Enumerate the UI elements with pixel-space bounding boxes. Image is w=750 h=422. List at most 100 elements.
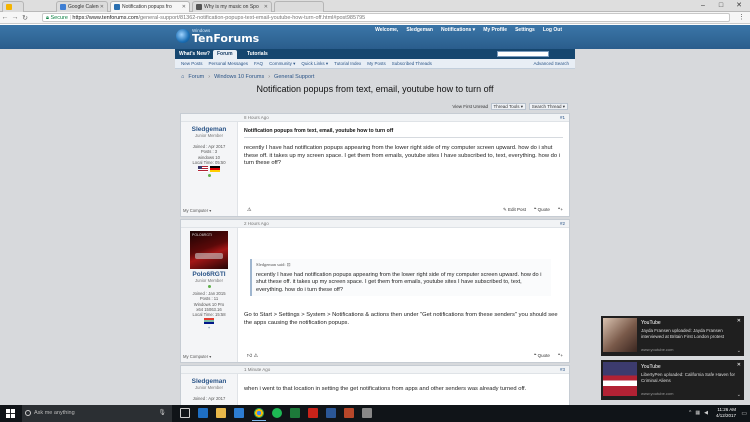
report-post-icon[interactable]: ⚠: [247, 207, 251, 213]
search-thread-button[interactable]: Search Thread ▾: [528, 103, 568, 110]
tab-blank[interactable]: [274, 1, 324, 12]
view-first-unread-link[interactable]: View First Unread: [452, 104, 488, 109]
notifications-link[interactable]: Notifications ▾: [441, 27, 475, 33]
log-out-link[interactable]: Log Out: [543, 27, 562, 33]
breadcrumb-windows10[interactable]: Windows 10 Forums: [214, 74, 264, 80]
site-search-input[interactable]: [497, 51, 549, 57]
reload-icon[interactable]: ↻: [20, 14, 30, 22]
url-path: /general-support/81362-notification-popu…: [138, 15, 366, 21]
user-rank: Junior Member: [195, 278, 223, 283]
spotify-icon[interactable]: [272, 408, 282, 418]
close-icon[interactable]: ✕: [737, 318, 741, 324]
close-icon[interactable]: ✕: [737, 362, 741, 368]
windows-start-icon[interactable]: [6, 409, 15, 418]
excel-icon[interactable]: [290, 408, 300, 418]
advanced-search-link[interactable]: Advanced Search: [533, 61, 569, 66]
action-center-icon[interactable]: ▭: [741, 410, 747, 417]
my-profile-link[interactable]: My Profile: [483, 27, 507, 33]
task-view-icon[interactable]: [180, 408, 190, 418]
word-icon[interactable]: [326, 408, 336, 418]
thread-tools-button[interactable]: Thread Tools ▾: [490, 103, 526, 110]
post-number[interactable]: #2: [560, 221, 565, 226]
quick-links-menu[interactable]: Quick Links ▾: [301, 61, 328, 67]
site-logo[interactable]: Windows TenForums: [176, 28, 259, 44]
quote-author[interactable]: Sledgeman said: ⊡: [256, 261, 547, 268]
personal-messages-link[interactable]: Personal Messages: [209, 61, 249, 66]
notification-toast[interactable]: YouTube LibertyPen uploaded: California …: [601, 360, 744, 400]
notification-message: Jayda Fransen uploaded: Jayda Fransen in…: [641, 328, 725, 339]
edge-icon[interactable]: [198, 408, 208, 418]
faq-link[interactable]: FAQ: [254, 61, 263, 66]
user-rank: Junior Member: [195, 385, 223, 390]
tab-tutorials[interactable]: Tutorials: [243, 50, 272, 59]
my-computer-link[interactable]: My Computer ▾: [183, 208, 211, 213]
post-1: 8 Hours Ago #1 Sledgeman Junior Member J…: [180, 113, 570, 217]
close-icon[interactable]: ✕: [100, 4, 104, 10]
cortana-search-input[interactable]: Ask me anything 🎙︎: [22, 405, 172, 422]
home-icon[interactable]: ⌂: [181, 74, 184, 80]
like-icon[interactable]: 👍︎ ⚠: [247, 353, 258, 359]
user-pane: Sledgeman Junior Member Joined : Apr 201…: [181, 122, 238, 216]
chevron-down-icon[interactable]: ⌄: [737, 392, 741, 398]
avatar[interactable]: POLO6RGTI: [190, 231, 228, 269]
microphone-icon[interactable]: 🎙︎: [158, 409, 166, 416]
subscribed-threads-link[interactable]: Subscribed Threads: [392, 61, 432, 66]
edit-post-button[interactable]: ✎ Edit Post: [503, 207, 526, 213]
new-posts-link[interactable]: New Posts: [181, 61, 203, 66]
plus-icon[interactable]: +: [181, 325, 237, 330]
chrome-icon[interactable]: [252, 408, 266, 421]
tab-notification-popups[interactable]: Notification popups fro ✕: [110, 1, 190, 12]
my-computer-link[interactable]: My Computer ▾: [183, 354, 211, 359]
my-posts-link[interactable]: My Posts: [367, 61, 386, 66]
tab-forum[interactable]: Forum: [213, 50, 237, 59]
forward-icon[interactable]: →: [10, 14, 20, 21]
south-africa-flag-icon: [204, 318, 214, 325]
tab-apps[interactable]: [2, 1, 24, 12]
breadcrumb-forum[interactable]: Forum: [188, 74, 204, 80]
post-username[interactable]: Polo6RGTI: [181, 271, 237, 278]
divider: [244, 137, 563, 138]
powerpoint-icon[interactable]: [344, 408, 354, 418]
file-explorer-icon[interactable]: [216, 408, 226, 418]
username-link[interactable]: Sledgeman: [406, 27, 433, 33]
window-close-icon[interactable]: ✕: [730, 0, 748, 11]
community-menu[interactable]: Community ▾: [269, 61, 295, 67]
app-icon[interactable]: [362, 408, 372, 418]
close-icon[interactable]: ✕: [182, 4, 186, 10]
online-status-icon: [207, 285, 211, 288]
browser-menu-icon[interactable]: ⋮: [738, 13, 745, 21]
notification-thumbnail: [603, 362, 637, 396]
tab-google-calendar[interactable]: Google Calendar - Wee ✕: [56, 1, 108, 12]
post-username[interactable]: Sledgeman: [181, 126, 237, 133]
maximize-icon[interactable]: □: [712, 0, 730, 11]
browser-toolbar: ← → ↻ 🔒︎ Secure | https://www.tenforums.…: [0, 12, 750, 24]
network-icon[interactable]: ▦: [695, 410, 700, 416]
volume-icon[interactable]: ◀︎: [704, 410, 708, 416]
address-bar[interactable]: 🔒︎ Secure | https://www.tenforums.com/ge…: [42, 13, 730, 22]
back-icon[interactable]: ←: [0, 14, 10, 21]
multi-quote-icon[interactable]: ❞+: [558, 207, 563, 213]
quote-button[interactable]: ❝ Quote: [534, 207, 550, 213]
tutorial-index-link[interactable]: Tutorial Index: [334, 61, 361, 66]
tab-spotify-question[interactable]: Why is my music on Spo ✕: [192, 1, 272, 12]
settings-link[interactable]: Settings: [515, 27, 535, 33]
minimize-icon[interactable]: –: [694, 0, 712, 11]
multi-quote-icon[interactable]: ❞+: [558, 353, 563, 359]
store-icon[interactable]: [234, 408, 244, 418]
notification-toast[interactable]: YouTube Jayda Fransen uploaded: Jayda Fr…: [601, 316, 744, 356]
close-icon[interactable]: ✕: [264, 4, 268, 10]
post-number[interactable]: #3: [560, 367, 565, 372]
post-number[interactable]: #1: [560, 115, 565, 120]
post-body: when i went to that location in setting …: [244, 386, 527, 392]
chevron-down-icon[interactable]: ⌄: [737, 348, 741, 354]
thread-tools-row: View First Unread Thread Tools ▾ Search …: [180, 103, 570, 111]
post-username[interactable]: Sledgeman: [181, 378, 237, 385]
tab-whats-new[interactable]: What's New?: [175, 50, 214, 59]
acrobat-icon[interactable]: [308, 408, 318, 418]
quote-button[interactable]: ❝ Quote: [534, 353, 550, 359]
breadcrumb-general-support[interactable]: General Support: [274, 74, 314, 80]
chevron-up-icon[interactable]: ^: [689, 410, 691, 416]
clock[interactable]: 11:26 AM 4/12/2017: [716, 407, 736, 419]
post-header: 2 Hours Ago #2: [181, 220, 569, 228]
user-info: Joined : Jan 2015 Posts : 11 Windows 10 …: [192, 291, 226, 318]
